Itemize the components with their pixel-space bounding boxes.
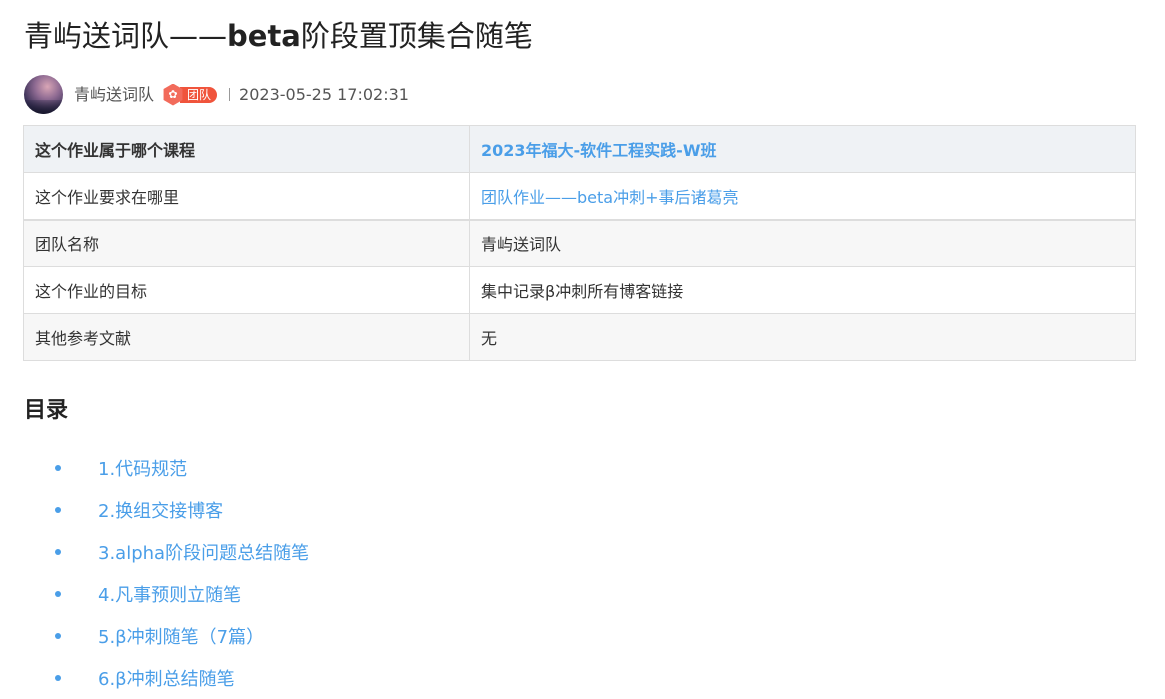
toc-list: 1.代码规范 2.换组交接博客 3.alpha阶段问题总结随笔 4.凡事预则立随…: [0, 447, 309, 699]
list-item: 2.换组交接博客: [0, 489, 309, 531]
info-table: 这个作业属于哪个课程 2023年福大-软件工程实践-W班 这个作业要求在哪里 团…: [23, 125, 1136, 361]
table-cell-key: 其他参考文献: [23, 313, 470, 361]
toc-link[interactable]: 5.β冲刺随笔（7篇）: [98, 623, 264, 649]
title-prefix: 青屿送词队——: [24, 19, 228, 53]
table-row: 这个作业属于哪个课程 2023年福大-软件工程实践-W班: [23, 125, 1136, 173]
team-badge: ✿ 团队: [162, 83, 218, 106]
table-cell-key: 这个作业要求在哪里: [23, 172, 470, 220]
toc-link[interactable]: 3.alpha阶段问题总结随笔: [98, 539, 309, 565]
author-name[interactable]: 青屿送词队: [74, 75, 154, 114]
list-item: 6.β冲刺总结随笔: [0, 657, 309, 699]
table-cell-value: 青屿送词队: [469, 218, 1136, 267]
table-row: 这个作业要求在哪里 团队作业——beta冲刺+事后诸葛亮: [23, 172, 1136, 220]
list-item: 5.β冲刺随笔（7篇）: [0, 615, 309, 657]
post-date: 2023-05-25 17:02:31: [239, 85, 409, 104]
list-item: 4.凡事预则立随笔: [0, 573, 309, 615]
author-row: 青屿送词队 ✿ 团队 2023-05-25 17:02:31: [24, 75, 409, 114]
table-row: 其他参考文献 无: [23, 313, 1136, 361]
team-badge-label: 团队: [180, 86, 218, 103]
bullet-icon: [55, 507, 61, 513]
title-suffix: 阶段置顶集合随笔: [300, 19, 533, 53]
table-cell-value: 无: [469, 313, 1136, 361]
course-link[interactable]: 2023年福大-软件工程实践-W班: [469, 125, 1136, 173]
avatar[interactable]: [24, 75, 63, 114]
list-item: 1.代码规范: [0, 447, 309, 489]
bullet-icon: [55, 549, 61, 555]
bullet-icon: [55, 633, 61, 639]
title-bold: beta: [227, 19, 301, 53]
bullet-icon: [55, 465, 61, 471]
table-cell-key: 团队名称: [23, 218, 470, 267]
meta-divider: [229, 88, 231, 101]
toc-link[interactable]: 6.β冲刺总结随笔: [98, 665, 235, 691]
assignment-link[interactable]: 团队作业——beta冲刺+事后诸葛亮: [469, 172, 1136, 220]
bullet-icon: [55, 591, 61, 597]
toc-link[interactable]: 1.代码规范: [98, 455, 187, 481]
table-cell-key: 这个作业属于哪个课程: [23, 125, 470, 173]
table-cell-key: 这个作业的目标: [23, 266, 470, 314]
table-row: 团队名称 青屿送词队: [23, 218, 1136, 267]
toc-heading: 目录: [24, 398, 69, 423]
bullet-icon: [55, 675, 61, 681]
toc-link[interactable]: 2.换组交接博客: [98, 497, 223, 523]
page-title: 青屿送词队——beta阶段置顶集合随笔: [24, 16, 533, 56]
toc-link[interactable]: 4.凡事预则立随笔: [98, 581, 241, 607]
table-cell-value: 集中记录β冲刺所有博客链接: [469, 266, 1136, 314]
list-item: 3.alpha阶段问题总结随笔: [0, 531, 309, 573]
table-row: 这个作业的目标 集中记录β冲刺所有博客链接: [23, 266, 1136, 314]
